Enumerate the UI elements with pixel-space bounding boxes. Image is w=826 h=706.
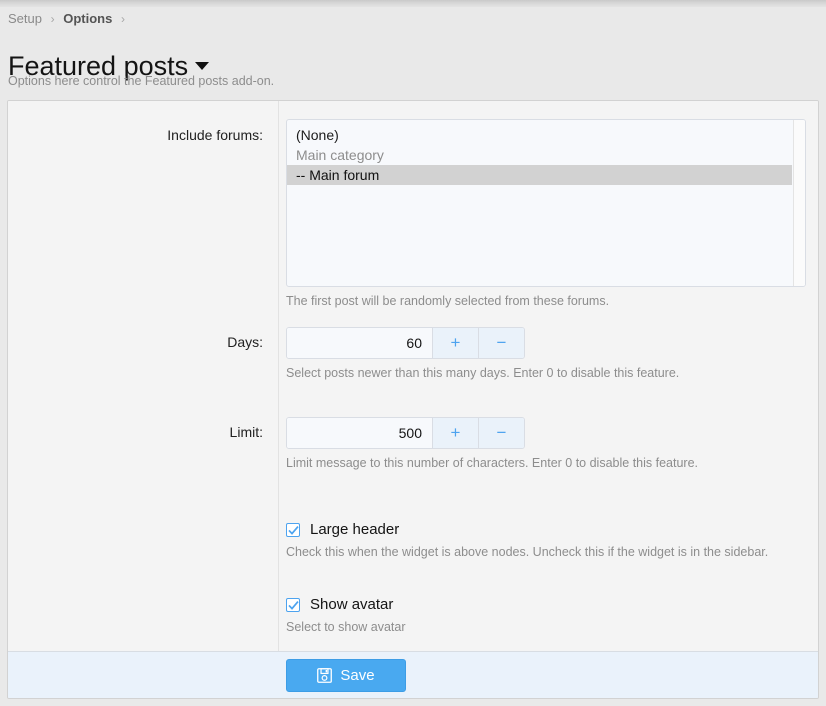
checkmark-icon: [288, 600, 299, 610]
options-panel: Include forums: (None) Main category -- …: [7, 100, 819, 699]
show-avatar-checkbox-row[interactable]: Show avatar: [286, 596, 810, 613]
listbox-option-none[interactable]: (None): [287, 125, 792, 145]
admin-options-page: Setup › Options › Featured posts Options…: [0, 0, 826, 706]
limit-input[interactable]: [287, 418, 432, 448]
form-column-divider: [278, 101, 279, 653]
save-button-label: Save: [340, 667, 375, 684]
breadcrumb-item-setup[interactable]: Setup: [8, 11, 42, 26]
page-description: Options here control the Featured posts …: [8, 74, 275, 88]
listbox-option-main-forum[interactable]: -- Main forum: [287, 165, 792, 185]
options-form: Include forums: (None) Main category -- …: [8, 101, 818, 653]
save-button[interactable]: Save: [286, 659, 406, 692]
listbox-scrollbar[interactable]: [793, 120, 805, 286]
breadcrumb: Setup › Options ›: [8, 11, 130, 26]
days-increment-button[interactable]: +: [432, 328, 478, 358]
include-forums-label: Include forums:: [167, 127, 263, 143]
listbox-option-main-category[interactable]: Main category: [287, 145, 792, 165]
days-input[interactable]: [287, 328, 432, 358]
panel-footer: Save: [8, 651, 818, 698]
limit-hint: Limit message to this number of characte…: [286, 456, 699, 470]
floppy-disk-icon: [317, 668, 333, 683]
limit-decrement-button[interactable]: −: [478, 418, 524, 448]
breadcrumb-separator-icon: ›: [50, 12, 55, 26]
top-bar-strip: [0, 0, 826, 7]
limit-increment-button[interactable]: +: [432, 418, 478, 448]
show-avatar-label: Show avatar: [310, 596, 394, 613]
checkmark-icon: [288, 525, 299, 535]
days-hint: Select posts newer than this many days. …: [286, 366, 680, 380]
large-header-hint: Check this when the widget is above node…: [286, 545, 769, 559]
large-header-checkbox[interactable]: [286, 522, 300, 537]
show-avatar-hint: Select to show avatar: [286, 620, 406, 634]
include-forums-hint: The first post will be randomly selected…: [286, 294, 610, 308]
breadcrumb-separator-icon: ›: [120, 12, 125, 26]
large-header-label: Large header: [310, 521, 400, 538]
days-stepper[interactable]: + −: [286, 327, 525, 359]
show-avatar-checkbox[interactable]: [286, 597, 300, 612]
limit-label: Limit:: [229, 424, 263, 440]
days-decrement-button[interactable]: −: [478, 328, 524, 358]
limit-stepper[interactable]: + −: [286, 417, 525, 449]
large-header-checkbox-row[interactable]: Large header: [286, 521, 810, 538]
caret-down-icon[interactable]: [195, 62, 210, 71]
breadcrumb-item-options[interactable]: Options: [63, 11, 112, 26]
days-label: Days:: [227, 334, 263, 350]
include-forums-listbox[interactable]: (None) Main category -- Main forum: [286, 119, 806, 287]
